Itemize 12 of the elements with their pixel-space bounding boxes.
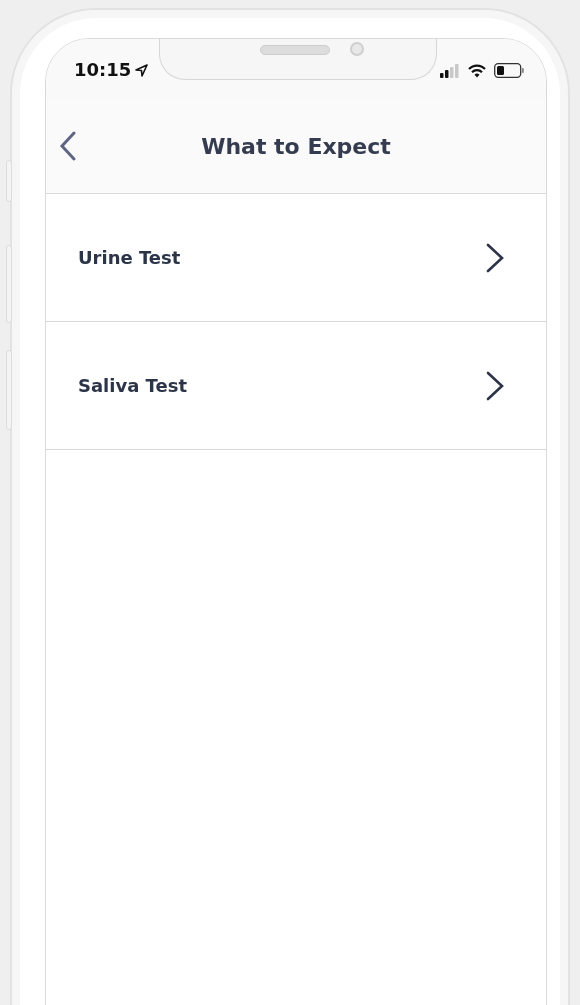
speaker-grille	[260, 45, 330, 55]
chevron-left-icon	[58, 131, 78, 161]
screen-title: What to Expect	[200, 132, 392, 161]
status-time: 10:15	[74, 59, 132, 81]
chevron-right-icon	[484, 242, 506, 273]
location-arrow-icon	[135, 63, 149, 77]
chevron-right-icon	[484, 370, 506, 401]
back-button[interactable]	[58, 131, 78, 161]
signal-icon	[440, 63, 460, 78]
wifi-icon	[468, 63, 486, 78]
camera-lens	[350, 42, 364, 56]
battery-icon	[494, 63, 524, 78]
